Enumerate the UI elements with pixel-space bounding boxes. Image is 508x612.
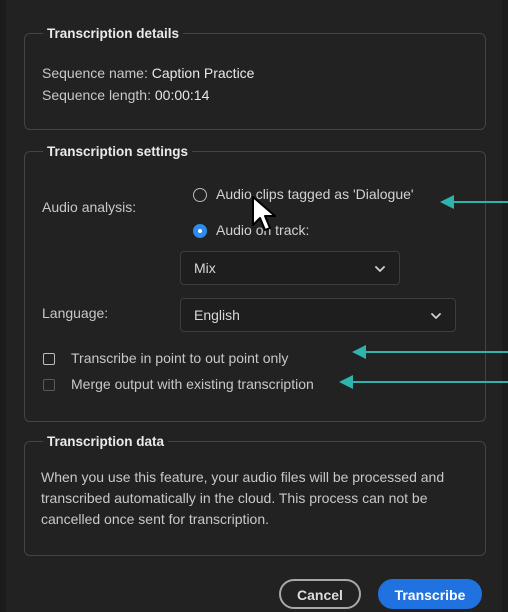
chevron-down-icon [375,266,385,272]
transcription-settings-title: Transcription settings [47,144,189,159]
radio-dialogue-clips-label[interactable]: Audio clips tagged as 'Dialogue' [216,186,414,202]
transcription-data-title: Transcription data [47,434,165,449]
audio-track-select-value: Mix [194,260,216,276]
merge-output-label[interactable]: Merge output with existing transcription [71,376,314,392]
sequence-name-line: Sequence name: Caption Practice [42,65,254,81]
sequence-name-label: Sequence name: [42,65,152,81]
sequence-length-label: Sequence length: [42,87,155,103]
transcription-data-group: Transcription data When you use this fea… [24,434,486,556]
audio-track-select[interactable]: Mix [180,251,400,285]
language-select-value: English [194,307,240,323]
radio-audio-track[interactable] [193,224,207,238]
radio-dialogue-clips[interactable] [193,188,207,202]
mouse-cursor-icon [252,196,276,231]
transcribe-button[interactable]: Transcribe [378,579,482,609]
audio-analysis-label: Audio analysis: [42,199,137,215]
sequence-length-line: Sequence length: 00:00:14 [42,87,209,103]
language-select[interactable]: English [180,298,456,332]
annotation-arrow-icon [352,345,508,359]
transcription-details-group: Transcription details Sequence name: Cap… [24,26,486,130]
transcription-dialog: Transcription details Sequence name: Cap… [6,0,502,612]
merge-output-checkbox[interactable] [43,379,55,391]
chevron-down-icon [431,313,441,319]
annotation-arrow-icon [440,195,508,209]
sequence-length-value: 00:00:14 [154,87,210,103]
transcribe-in-out-label[interactable]: Transcribe in point to out point only [71,350,288,366]
cancel-button[interactable]: Cancel [279,579,361,609]
sequence-name-value: Caption Practice [151,65,255,81]
transcription-data-text: When you use this feature, your audio fi… [41,469,445,527]
language-label: Language: [42,305,109,321]
annotation-arrow-icon [339,375,508,389]
transcription-details-title: Transcription details [47,26,180,41]
transcribe-in-out-checkbox[interactable] [43,353,55,365]
